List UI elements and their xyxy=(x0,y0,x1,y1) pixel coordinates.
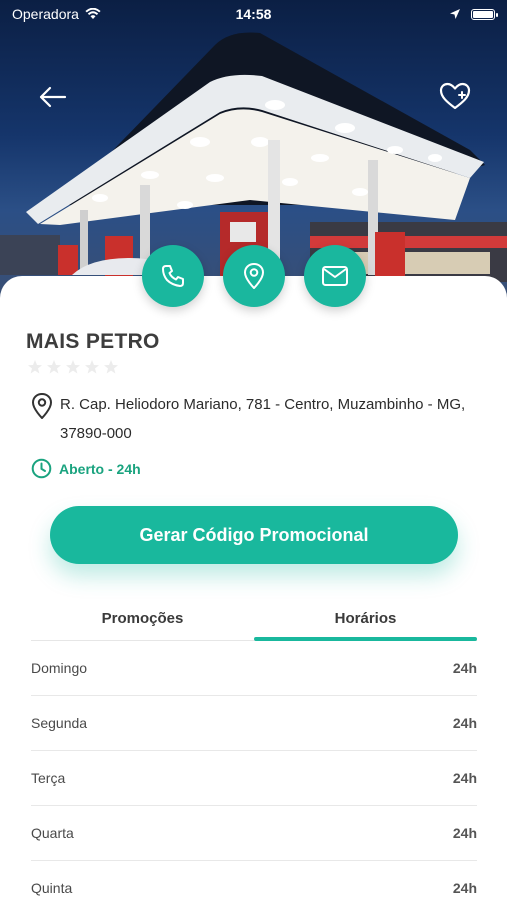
map-button[interactable] xyxy=(223,245,285,307)
rating-stars xyxy=(27,359,119,375)
heart-plus-icon xyxy=(439,82,471,110)
opening-status: Aberto - 24h xyxy=(31,458,141,479)
phone-icon xyxy=(162,265,184,287)
day-label: Quarta xyxy=(31,825,74,841)
clock-icon xyxy=(31,458,52,479)
favorite-button[interactable] xyxy=(436,78,474,114)
map-pin-icon xyxy=(244,263,264,289)
hours-list: Domingo 24h Segunda 24h Terça 24h Quarta… xyxy=(31,641,477,900)
back-button[interactable] xyxy=(36,80,70,114)
carrier-label: Operadora xyxy=(12,6,79,22)
arrow-left-icon xyxy=(39,86,67,108)
call-button[interactable] xyxy=(142,245,204,307)
location-arrow-icon xyxy=(450,9,460,19)
hours-value: 24h xyxy=(452,660,477,676)
location-pin-icon xyxy=(32,393,52,419)
wifi-icon xyxy=(85,8,101,19)
star-icon xyxy=(47,360,61,374)
clock: 14:58 xyxy=(235,6,272,22)
address-text: R. Cap. Heliodoro Mariano, 781 - Centro,… xyxy=(60,396,466,442)
mail-icon xyxy=(322,266,348,286)
hours-row: Terça 24h xyxy=(31,751,477,806)
hours-value: 24h xyxy=(452,715,477,731)
star-icon xyxy=(85,360,99,374)
hours-row: Segunda 24h xyxy=(31,696,477,751)
email-button[interactable] xyxy=(304,245,366,307)
day-label: Segunda xyxy=(31,715,88,731)
hours-value: 24h xyxy=(452,880,477,896)
tab-bar: Promoções Horários xyxy=(31,596,477,641)
star-icon xyxy=(104,360,118,374)
day-label: Quinta xyxy=(31,880,73,896)
tab-hours[interactable]: Horários xyxy=(254,596,477,641)
hours-value: 24h xyxy=(452,770,477,786)
star-icon xyxy=(66,360,80,374)
hours-row: Quarta 24h xyxy=(31,806,477,861)
hours-value: 24h xyxy=(452,825,477,841)
hours-row: Domingo 24h xyxy=(31,641,477,696)
address-row: R. Cap. Heliodoro Mariano, 781 - Centro,… xyxy=(30,390,480,448)
status-bar: Operadora 14:58 xyxy=(0,0,507,28)
generate-promo-code-button[interactable]: Gerar Código Promocional xyxy=(50,506,458,564)
station-name: MAIS PETRO xyxy=(26,330,160,353)
day-label: Domingo xyxy=(31,660,88,676)
tab-promotions[interactable]: Promoções xyxy=(31,596,254,640)
battery-icon xyxy=(471,8,498,20)
day-label: Terça xyxy=(31,770,66,786)
hours-row: Quinta 24h xyxy=(31,861,477,900)
star-icon xyxy=(28,360,42,374)
open-status-text: Aberto - 24h xyxy=(59,460,141,477)
